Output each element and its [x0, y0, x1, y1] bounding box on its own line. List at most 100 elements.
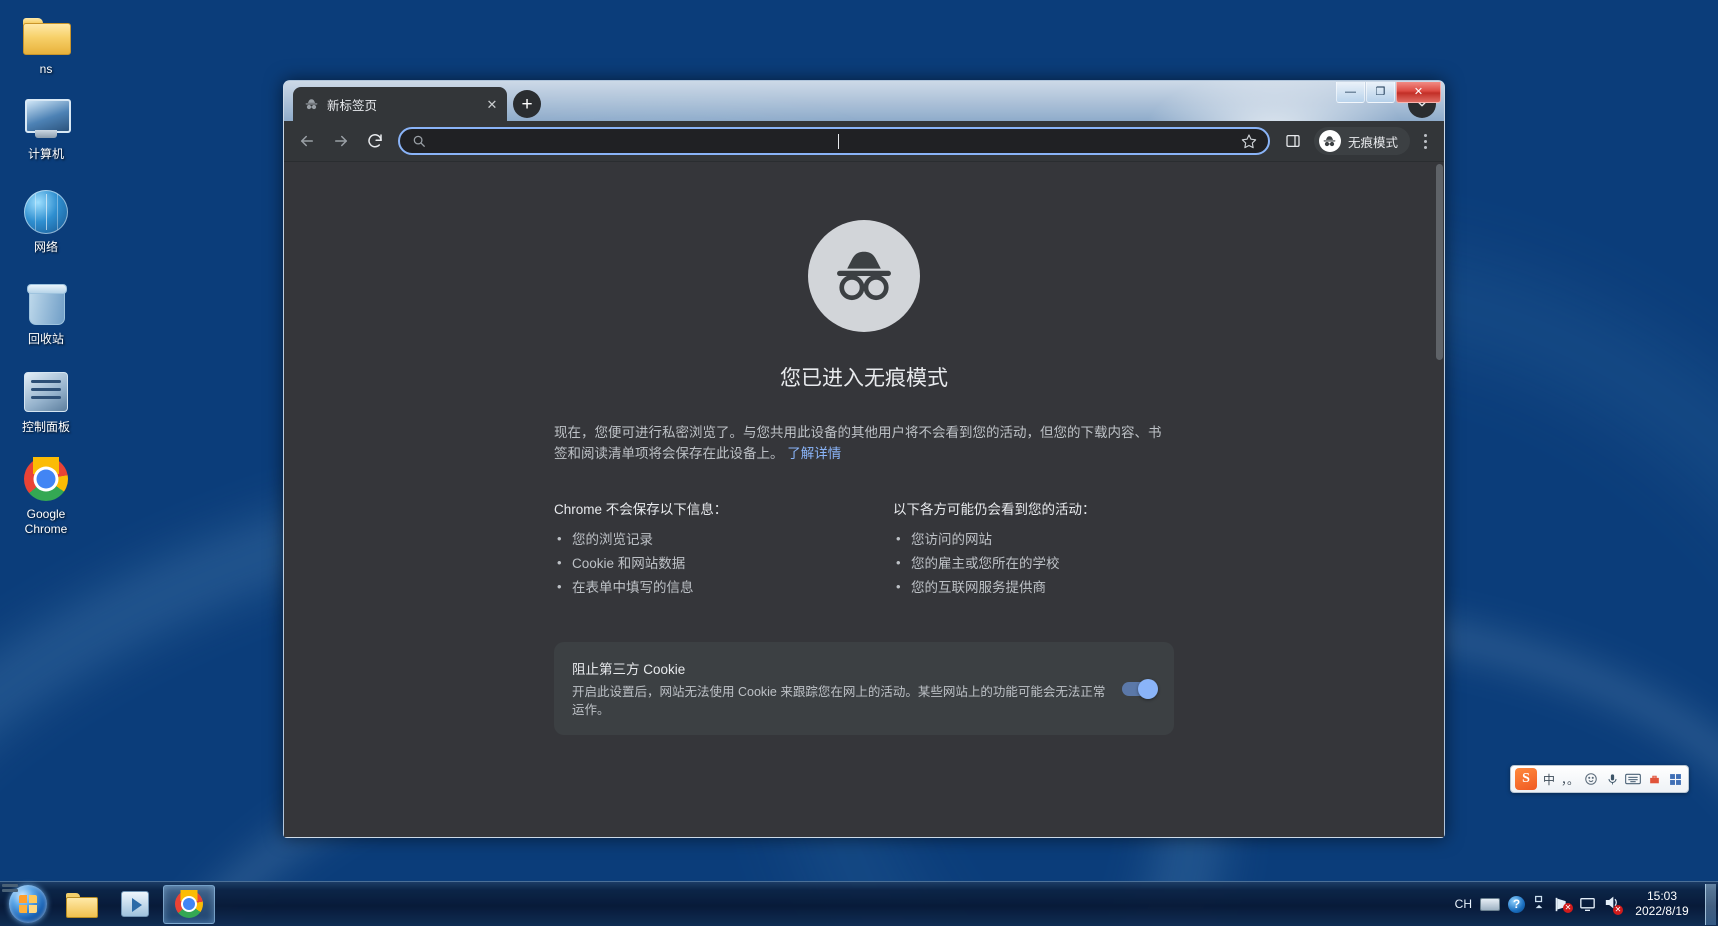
browser-toolbar[interactable]: 无痕模式	[284, 121, 1444, 162]
incognito-badge[interactable]: 无痕模式	[1313, 127, 1410, 155]
ime-voice-icon[interactable]	[1603, 768, 1621, 790]
system-tray[interactable]: CH ? ✕ ✕ 15:03 2022/8/19	[1451, 883, 1718, 925]
sogou-logo-icon[interactable]: S	[1515, 768, 1537, 790]
desktop-icon-chrome[interactable]: Google Chrome	[8, 455, 84, 537]
show-hidden-icons-icon[interactable]	[1529, 884, 1549, 925]
cookie-toggle-switch[interactable]	[1122, 678, 1158, 699]
page-description-text: 现在，您便可进行私密浏览了。与您共用此设备的其他用户将不会看到您的活动，但您的下…	[554, 425, 1162, 461]
clock-time: 15:03	[1646, 889, 1678, 903]
page-scrollbar[interactable]	[1435, 162, 1444, 837]
info-columns: Chrome 不会保存以下信息： 您的浏览记录 Cookie 和网站数据 在表单…	[554, 498, 1174, 602]
desktop-icon-computer[interactable]: 计算机	[8, 95, 84, 161]
list-item: 在表单中填写的信息	[554, 577, 835, 597]
desktop-icon-label: 网络	[33, 240, 58, 254]
taskbar-media-player[interactable]	[109, 885, 161, 924]
volume-icon[interactable]: ✕	[1600, 884, 1625, 925]
taskbar-clock[interactable]: 15:03 2022/8/19	[1625, 889, 1703, 919]
page-title: 您已进入无痕模式	[780, 367, 948, 390]
bookmark-star-icon[interactable]	[1240, 132, 1258, 150]
windows-taskbar[interactable]: CH ? ✕ ✕ 15:03 2022/8/19	[0, 881, 1718, 926]
text-cursor	[838, 133, 839, 149]
desktop-icon-label: Google Chrome	[24, 507, 68, 536]
ime-menu-icon[interactable]	[1666, 768, 1684, 790]
keyboard-glyph	[1480, 897, 1500, 911]
chrome-icon	[175, 890, 203, 918]
forward-button[interactable]	[327, 127, 355, 155]
browser-menu-button[interactable]	[1412, 127, 1438, 155]
folder-icon	[66, 891, 98, 918]
ime-keyboard-icon[interactable]	[1624, 768, 1642, 790]
list-item: Cookie 和网站数据	[554, 553, 835, 573]
chrome-browser-window[interactable]: — ❐ ✕ 新标签页 ✕ + 无痕模式 您已进入无痕模式 现在，您便可进行私密浏…	[283, 80, 1445, 838]
taskbar-chrome[interactable]	[163, 884, 215, 924]
ime-toolbox-icon[interactable]	[1645, 768, 1663, 790]
clock-date: 2022/8/19	[1635, 904, 1689, 918]
show-desktop-button[interactable]	[1705, 883, 1716, 925]
column-still-visible: 以下各方可能仍会看到您的活动： 您访问的网站 您的雇主或您所在的学校 您的互联网…	[893, 498, 1174, 602]
search-icon	[412, 133, 428, 149]
media-player-icon	[121, 891, 149, 917]
list-item: 您的雇主或您所在的学校	[893, 553, 1174, 573]
tab-strip[interactable]: 新标签页 ✕ +	[284, 81, 1444, 121]
tab-close-button[interactable]: ✕	[483, 95, 501, 113]
address-bar[interactable]	[398, 127, 1270, 155]
control-panel-icon	[22, 368, 70, 416]
cookie-card-text: 阻止第三方 Cookie 开启此设置后，网站无法使用 Cookie 来跟踪您在网…	[572, 658, 1106, 719]
list-item: 您的浏览记录	[554, 529, 835, 549]
menu-dot	[1423, 139, 1427, 143]
list-item: 您的互联网服务提供商	[893, 577, 1174, 597]
network-icon[interactable]: ✕	[1549, 884, 1575, 925]
column-heading: Chrome 不会保存以下信息：	[554, 502, 728, 517]
list-item: 您访问的网站	[893, 529, 1174, 549]
volume-glyph: ✕	[1604, 895, 1623, 915]
desktop-icon-network[interactable]: 网络	[8, 188, 84, 254]
scrollbar-thumb[interactable]	[1436, 164, 1443, 360]
cookie-card-title: 阻止第三方 Cookie	[572, 662, 686, 677]
help-glyph: ?	[1508, 895, 1525, 913]
column-heading: 以下各方可能仍会看到您的活动：	[893, 502, 1096, 517]
menu-dot	[1423, 145, 1427, 149]
desktop-icon-label: 回收站	[27, 332, 64, 346]
tab-title: 新标签页	[327, 98, 378, 113]
desktop-icon-ns[interactable]: ns	[8, 10, 84, 76]
side-panel-icon[interactable]	[1279, 127, 1307, 155]
desktop-icon-recycle-bin[interactable]: 回收站	[8, 280, 84, 346]
cookie-card-description: 开启此设置后，网站无法使用 Cookie 来跟踪您在网上的活动。某些网站上的功能…	[572, 685, 1106, 717]
browser-tab[interactable]: 新标签页 ✕	[293, 87, 507, 121]
start-button[interactable]	[2, 884, 54, 925]
reload-button[interactable]	[361, 127, 389, 155]
back-button[interactable]	[293, 127, 321, 155]
window-controls[interactable]: — ❐ ✕	[1335, 82, 1441, 104]
folder-icon	[22, 10, 71, 58]
close-button[interactable]: ✕	[1396, 82, 1441, 103]
column-list: 您的浏览记录 Cookie 和网站数据 在表单中填写的信息	[554, 529, 835, 597]
incognito-new-tab-page: 您已进入无痕模式 现在，您便可进行私密浏览了。与您共用此设备的其他用户将不会看到…	[554, 162, 1174, 735]
network-globe-icon	[22, 188, 70, 236]
ime-mode-chinese[interactable]: 中	[1540, 768, 1558, 790]
keyboard-icon[interactable]	[1476, 884, 1504, 925]
minimize-button[interactable]: —	[1336, 82, 1365, 103]
column-list: 您访问的网站 您的雇主或您所在的学校 您的互联网服务提供商	[893, 529, 1174, 597]
help-icon[interactable]: ?	[1504, 884, 1529, 925]
column-not-saved: Chrome 不会保存以下信息： 您的浏览记录 Cookie 和网站数据 在表单…	[554, 498, 835, 602]
network-error-badge: ✕	[1563, 903, 1573, 913]
desktop-icon-control-panel[interactable]: 控制面板	[8, 368, 84, 434]
desktop-icon-label: ns	[39, 62, 53, 76]
incognito-icon	[1318, 130, 1341, 152]
language-indicator[interactable]: CH	[1451, 884, 1476, 925]
windows-logo-icon	[9, 885, 47, 923]
computer-icon	[22, 95, 71, 143]
incognito-badge-label: 无痕模式	[1347, 135, 1398, 150]
taskbar-explorer[interactable]	[55, 885, 107, 924]
maximize-button[interactable]: ❐	[1366, 82, 1395, 103]
new-tab-button[interactable]: +	[513, 90, 541, 118]
page-description: 现在，您便可进行私密浏览了。与您共用此设备的其他用户将不会看到您的活动，但您的下…	[554, 422, 1174, 464]
ime-emoji-icon[interactable]	[1582, 768, 1600, 790]
sogou-ime-toolbar[interactable]: S 中 ，。	[1510, 765, 1690, 793]
learn-more-link[interactable]: 了解详情	[787, 446, 841, 461]
ime-punctuation-icon[interactable]: ，。	[1561, 768, 1579, 790]
desktop-icon-label: 控制面板	[21, 420, 70, 434]
display-icon[interactable]	[1575, 884, 1600, 925]
network-glyph: ✕	[1553, 897, 1573, 913]
toggle-knob	[1138, 678, 1158, 699]
